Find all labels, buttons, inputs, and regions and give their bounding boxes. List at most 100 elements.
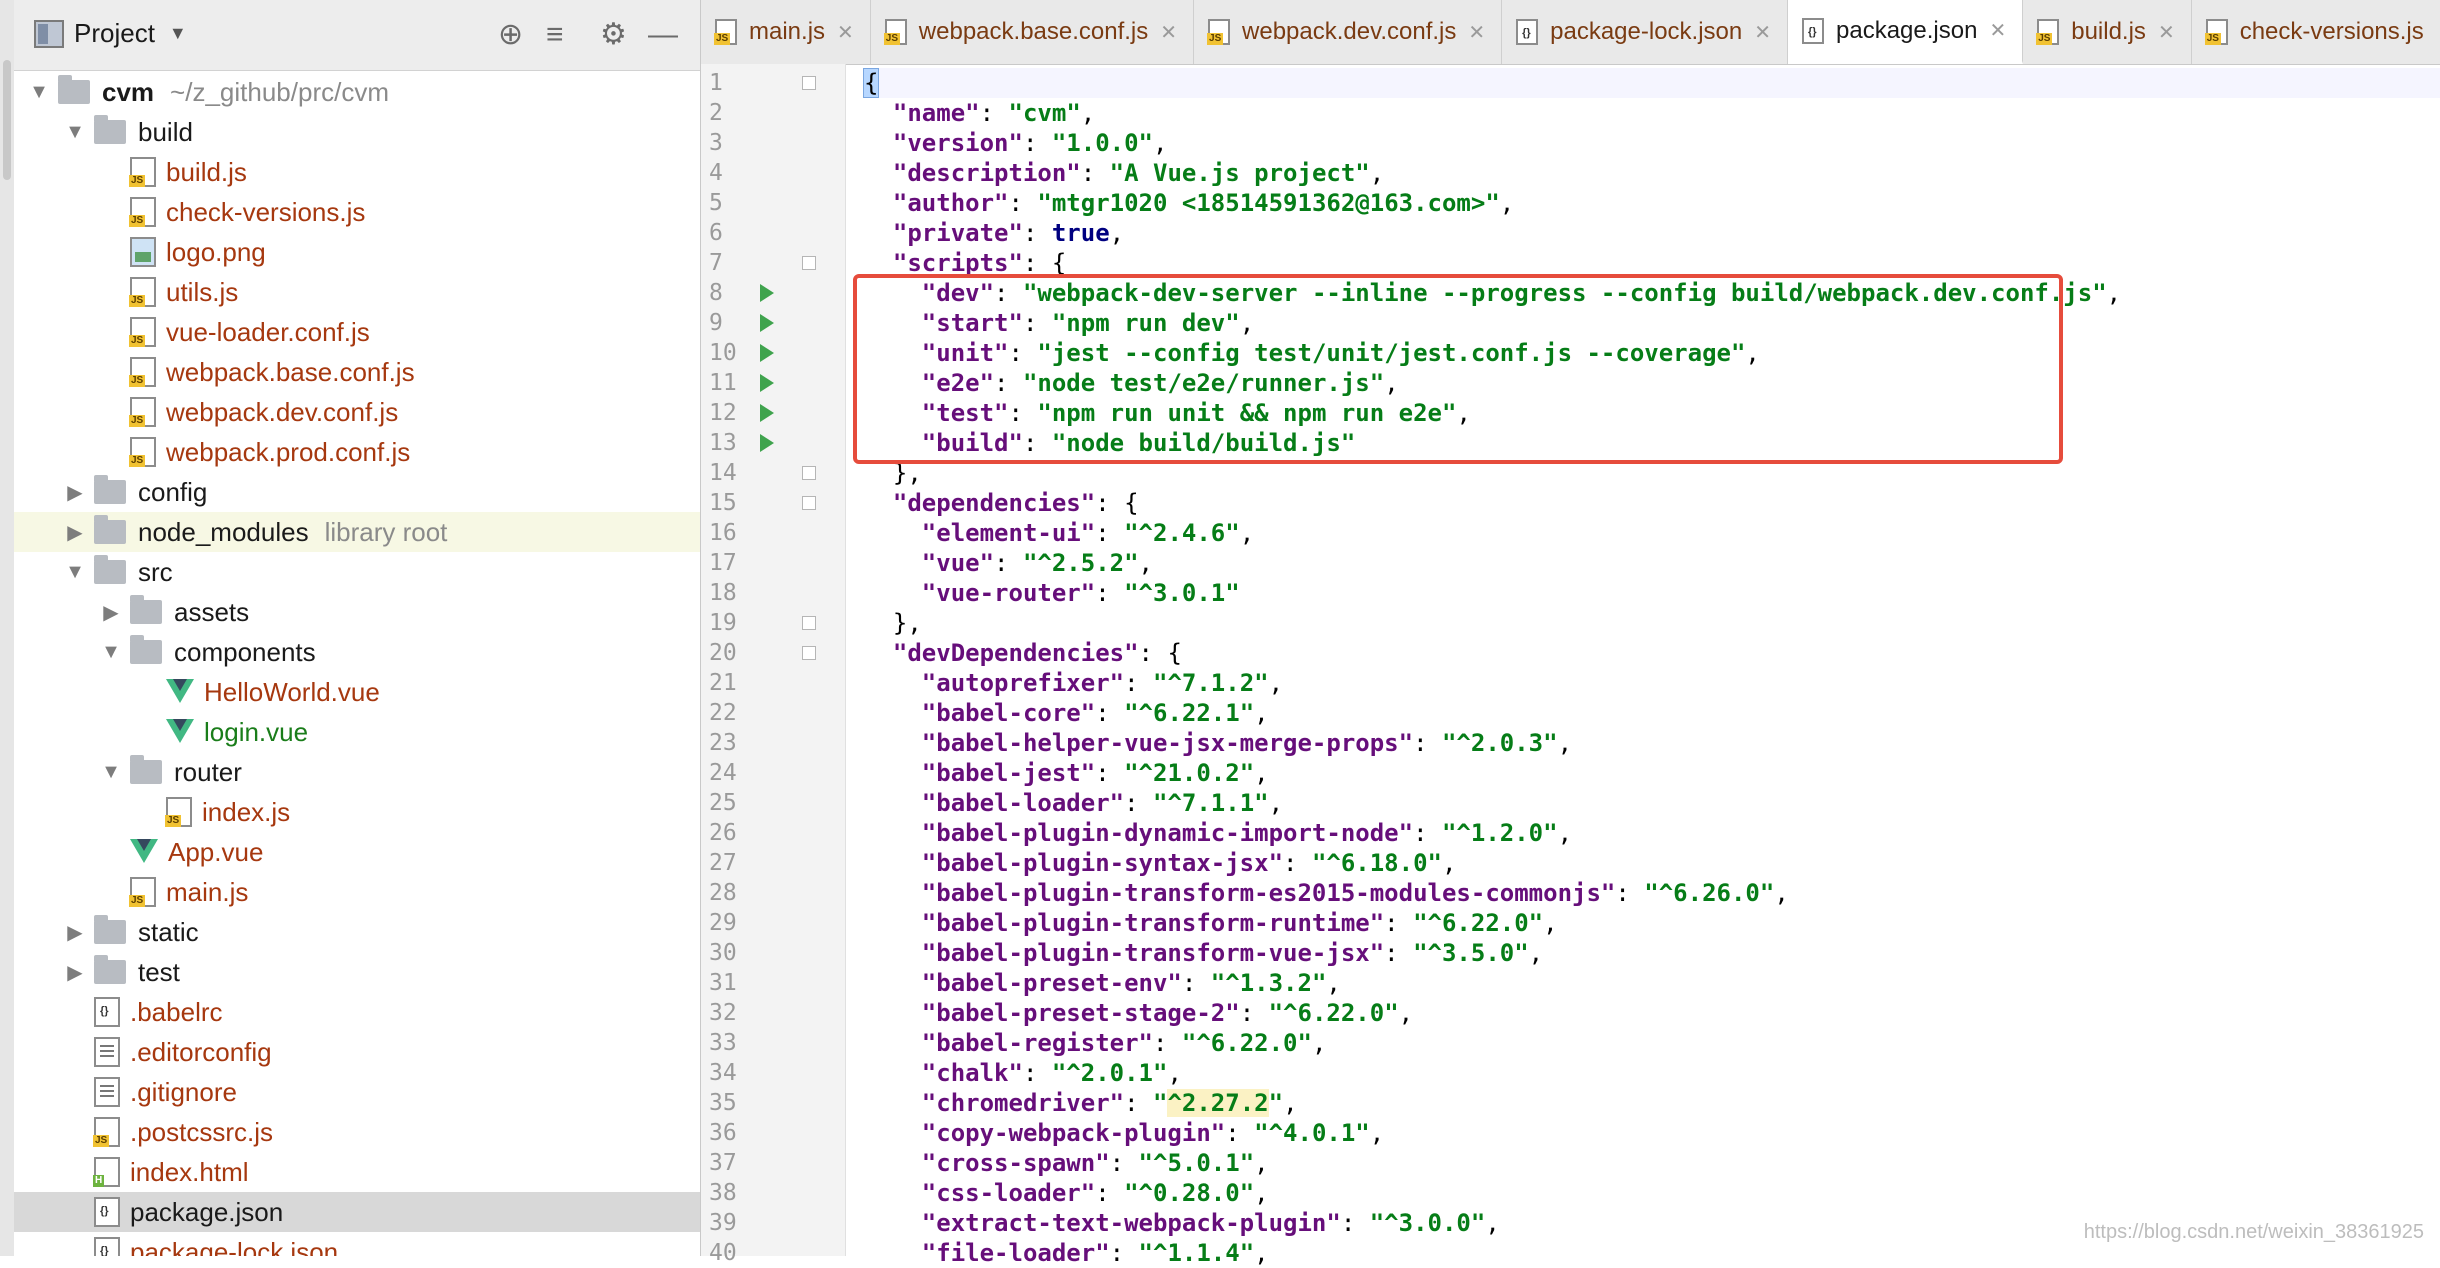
tab-main-js[interactable]: JS main.js ✕ <box>701 0 871 64</box>
expanded-arrow-icon[interactable]: ▼ <box>100 761 122 784</box>
tab-webpack-dev-conf-js[interactable]: JS webpack.dev.conf.js ✕ <box>1194 0 1503 64</box>
tool-strip-thumb[interactable] <box>3 60 11 180</box>
run-script-icon[interactable] <box>760 374 774 392</box>
tree-item[interactable]: JS main.js <box>14 872 700 912</box>
tree-item[interactable]: ▼ build <box>14 112 700 152</box>
code-line[interactable]: "version": "1.0.0", <box>864 128 2440 158</box>
code-line[interactable]: "babel-preset-env": "^1.3.2", <box>864 968 2440 998</box>
code-line[interactable]: "babel-loader": "^7.1.1", <box>864 788 2440 818</box>
tree-item[interactable]: JS webpack.dev.conf.js <box>14 392 700 432</box>
code-line[interactable]: "author": "mtgr1020 <18514591362@163.com… <box>864 188 2440 218</box>
close-icon[interactable]: ✕ <box>1160 20 1177 45</box>
fold-marker-icon[interactable] <box>802 496 816 510</box>
minimize-icon[interactable]: — <box>648 18 678 52</box>
expanded-arrow-icon[interactable]: ▼ <box>100 641 122 664</box>
tree-item[interactable]: ▼ components <box>14 632 700 672</box>
tree-item[interactable]: HelloWorld.vue <box>14 672 700 712</box>
tab-check-versions-js[interactable]: JS check-versions.js <box>2192 0 2440 64</box>
code-line[interactable]: "description": "A Vue.js project", <box>864 158 2440 188</box>
tree-item[interactable]: ▶ static <box>14 912 700 952</box>
project-view-selector[interactable]: Project ▼ <box>34 18 187 49</box>
tree-item[interactable]: JS check-versions.js <box>14 192 700 232</box>
collapsed-arrow-icon[interactable]: ▶ <box>100 600 122 625</box>
tree-item[interactable]: JS utils.js <box>14 272 700 312</box>
code-line[interactable]: "babel-plugin-transform-runtime": "^6.22… <box>864 908 2440 938</box>
tree-item[interactable]: ▼ src <box>14 552 700 592</box>
code-line[interactable]: "babel-core": "^6.22.1", <box>864 698 2440 728</box>
tree-item[interactable]: JS .postcssrc.js <box>14 1112 700 1152</box>
close-icon[interactable]: ✕ <box>1754 20 1771 45</box>
tree-item[interactable]: Hindex.html <box>14 1152 700 1192</box>
fold-marker-icon[interactable] <box>802 76 816 90</box>
close-icon[interactable]: ✕ <box>2158 20 2175 45</box>
code-line[interactable]: "babel-helper-vue-jsx-merge-props": "^2.… <box>864 728 2440 758</box>
expanded-arrow-icon[interactable]: ▼ <box>64 561 86 584</box>
expanded-arrow-icon[interactable]: ▼ <box>64 121 86 144</box>
tab-webpack-base-conf-js[interactable]: JS webpack.base.conf.js ✕ <box>871 0 1195 64</box>
run-script-icon[interactable] <box>760 284 774 302</box>
tree-item[interactable]: ▶ assets <box>14 592 700 632</box>
fold-marker-icon[interactable] <box>802 466 816 480</box>
close-icon[interactable]: ✕ <box>837 20 854 45</box>
collapsed-arrow-icon[interactable]: ▶ <box>64 920 86 945</box>
gear-icon[interactable]: ⚙ <box>600 18 627 52</box>
tree-item[interactable]: JS build.js <box>14 152 700 192</box>
tree-item[interactable]: logo.png <box>14 232 700 272</box>
run-script-icon[interactable] <box>760 404 774 422</box>
code-line[interactable]: "babel-jest": "^21.0.2", <box>864 758 2440 788</box>
code-line[interactable]: "copy-webpack-plugin": "^4.0.1", <box>864 1118 2440 1148</box>
collapsed-arrow-icon[interactable]: ▶ <box>64 480 86 505</box>
tree-item[interactable]: {} package.json <box>14 1192 700 1232</box>
tree-item[interactable]: ▶ test <box>14 952 700 992</box>
tree-item[interactable]: ▶ config <box>14 472 700 512</box>
tab-build-js[interactable]: JS build.js ✕ <box>2023 0 2192 64</box>
code-line[interactable]: "chromedriver": "^2.27.2", <box>864 1088 2440 1118</box>
code-line[interactable]: "css-loader": "^0.28.0", <box>864 1178 2440 1208</box>
code-line[interactable]: "babel-plugin-dynamic-import-node": "^1.… <box>864 818 2440 848</box>
run-script-icon[interactable] <box>760 314 774 332</box>
fold-marker-icon[interactable] <box>802 616 816 630</box>
tree-item[interactable]: {} package-lock.json <box>14 1232 700 1256</box>
tree-item[interactable]: ▼ router <box>14 752 700 792</box>
tree-item[interactable]: JS index.js <box>14 792 700 832</box>
code-line[interactable]: "devDependencies": { <box>864 638 2440 668</box>
collapsed-arrow-icon[interactable]: ▶ <box>64 960 86 985</box>
fold-marker-icon[interactable] <box>802 256 816 270</box>
code-line[interactable]: "private": true, <box>864 218 2440 248</box>
tree-item[interactable]: .gitignore <box>14 1072 700 1112</box>
code-line[interactable]: "name": "cvm", <box>864 98 2440 128</box>
tree-item[interactable]: {} .babelrc <box>14 992 700 1032</box>
fold-marker-icon[interactable] <box>802 646 816 660</box>
tree-item[interactable]: JS webpack.base.conf.js <box>14 352 700 392</box>
left-tool-strip[interactable] <box>0 0 15 1256</box>
code-line[interactable]: "babel-preset-stage-2": "^6.22.0", <box>864 998 2440 1028</box>
code-line[interactable]: "cross-spawn": "^5.0.1", <box>864 1148 2440 1178</box>
code-line[interactable]: "babel-register": "^6.22.0", <box>864 1028 2440 1058</box>
code-line[interactable]: "dependencies": { <box>864 488 2440 518</box>
code-line[interactable]: "babel-plugin-syntax-jsx": "^6.18.0", <box>864 848 2440 878</box>
code-line[interactable]: { <box>862 68 2440 98</box>
tab-package-json[interactable]: {} package.json ✕ <box>1788 0 2024 64</box>
tree-item[interactable]: App.vue <box>14 832 700 872</box>
collapse-icon[interactable]: ≡ <box>546 18 564 52</box>
collapsed-arrow-icon[interactable]: ▶ <box>64 520 86 545</box>
tree-item[interactable]: JS webpack.prod.conf.js <box>14 432 700 472</box>
expanded-arrow-icon[interactable]: ▼ <box>28 81 50 104</box>
close-icon[interactable]: ✕ <box>1989 18 2006 43</box>
code-line[interactable]: "vue-router": "^3.0.1" <box>864 578 2440 608</box>
code-line[interactable]: "vue": "^2.5.2", <box>864 548 2440 578</box>
crosshair-icon[interactable]: ⊕ <box>498 18 523 52</box>
tab-package-lock-json[interactable]: {} package-lock.json ✕ <box>1502 0 1789 64</box>
chevron-down-icon[interactable]: ▼ <box>169 23 187 44</box>
run-script-icon[interactable] <box>760 434 774 452</box>
code-view[interactable]: { "name": "cvm", "version": "1.0.0", "de… <box>846 64 2440 1267</box>
code-line[interactable]: "autoprefixer": "^7.1.2", <box>864 668 2440 698</box>
code-line[interactable]: "element-ui": "^2.4.6", <box>864 518 2440 548</box>
run-script-icon[interactable] <box>760 344 774 362</box>
code-line[interactable]: "chalk": "^2.0.1", <box>864 1058 2440 1088</box>
tree-item[interactable]: ▼ cvm ~/z_github/prc/cvm <box>14 72 700 112</box>
tree-item[interactable]: ▶ node_modules library root <box>14 512 700 552</box>
tree-item[interactable]: .editorconfig <box>14 1032 700 1072</box>
code-line[interactable]: }, <box>864 608 2440 638</box>
code-line[interactable]: "babel-plugin-transform-vue-jsx": "^3.5.… <box>864 938 2440 968</box>
